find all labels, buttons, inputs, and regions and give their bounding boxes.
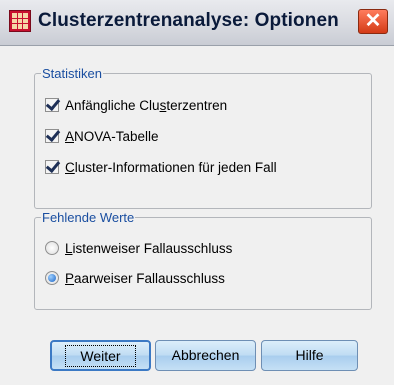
checkbox-label: Cluster-Informationen für jeden Fall <box>65 159 277 175</box>
app-icon <box>9 10 31 32</box>
radio-label: Listenweiser Fallausschluss <box>65 240 233 256</box>
radio-pairwise-exclusion[interactable]: Paarweiser Fallausschluss <box>45 267 225 289</box>
dialog-body: Statistiken Anfängliche Clusterzentren A… <box>0 46 394 385</box>
statistiken-legend: Statistiken <box>42 66 102 81</box>
checkbox-label: Anfängliche Clusterzentren <box>65 97 228 113</box>
fehlende-werte-legend: Fehlende Werte <box>42 210 135 225</box>
radio-unselected-icon[interactable] <box>45 241 59 255</box>
checkbox-anova-table[interactable]: ANOVA-Tabelle <box>45 125 159 147</box>
checkbox-initial-cluster-centers[interactable]: Anfängliche Clusterzentren <box>45 94 227 116</box>
statistiken-group: Statistiken Anfängliche Clusterzentren A… <box>34 66 372 209</box>
radio-listwise-exclusion[interactable]: Listenweiser Fallausschluss <box>45 237 232 259</box>
checkbox-checked-icon[interactable] <box>45 160 59 174</box>
radio-selected-icon[interactable] <box>45 271 59 285</box>
hilfe-button[interactable]: Hilfe <box>261 340 358 371</box>
fehlende-werte-group: Fehlende Werte Listenweiser Fallausschlu… <box>34 210 372 310</box>
checkbox-label: ANOVA-Tabelle <box>65 128 159 144</box>
close-button[interactable]: ✕ <box>358 9 388 34</box>
checkbox-checked-icon[interactable] <box>45 129 59 143</box>
window-title: Clusterzentrenanalyse: Optionen <box>38 10 339 31</box>
weiter-button[interactable]: Weiter <box>50 340 151 371</box>
checkbox-checked-icon[interactable] <box>45 98 59 112</box>
checkbox-cluster-info-per-case[interactable]: Cluster-Informationen für jeden Fall <box>45 156 277 178</box>
abbrechen-button[interactable]: Abbrechen <box>155 340 256 371</box>
radio-label: Paarweiser Fallausschluss <box>65 270 225 286</box>
title-bar: Clusterzentrenanalyse: Optionen ✕ <box>0 0 394 46</box>
weiter-button-label: Weiter <box>65 345 136 367</box>
